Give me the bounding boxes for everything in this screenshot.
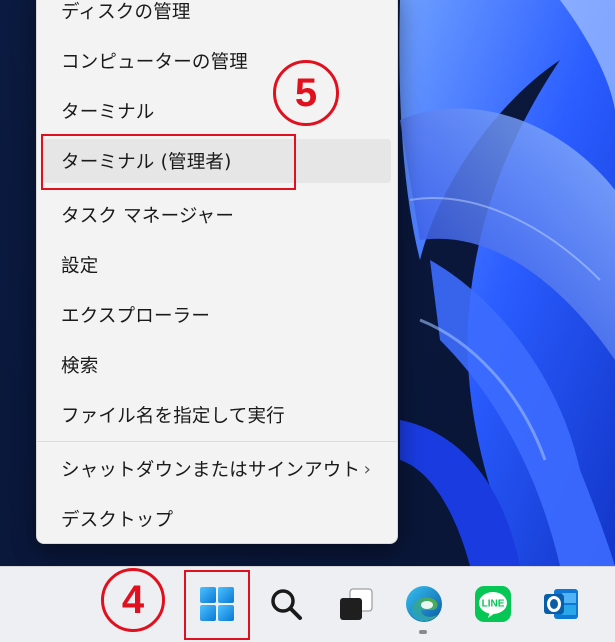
menu-item-label: タスク マネージャー xyxy=(61,206,235,227)
menu-item-label: ファイル名を指定して実行 xyxy=(61,406,285,427)
chevron-right-icon: › xyxy=(363,459,371,480)
step-5-marker: 5 xyxy=(273,60,339,126)
menu-item-disk-management[interactable]: ディスクの管理 xyxy=(43,0,391,33)
task-view-icon xyxy=(340,588,373,620)
menu-item-explorer[interactable]: エクスプローラー xyxy=(43,293,391,337)
outlook-icon xyxy=(544,589,578,619)
menu-item-label: 設定 xyxy=(61,256,99,277)
menu-item-settings[interactable]: 設定 xyxy=(43,243,391,287)
menu-item-shutdown-signout[interactable]: シャットダウンまたはサインアウト › xyxy=(43,447,391,491)
edge-button[interactable] xyxy=(400,580,448,628)
step-4-marker: 4 xyxy=(101,568,165,632)
task-view-button[interactable] xyxy=(332,580,380,628)
menu-item-label: ディスクの管理 xyxy=(61,2,191,23)
menu-item-label: ターミナル xyxy=(61,102,155,123)
menu-item-label: シャットダウンまたはサインアウト xyxy=(61,460,361,481)
search-icon xyxy=(271,589,302,620)
menu-item-label: 検索 xyxy=(61,356,99,377)
line-app-button[interactable]: LINE xyxy=(469,580,517,628)
menu-item-label: エクスプローラー xyxy=(61,306,211,327)
menu-item-label: コンピューターの管理 xyxy=(61,52,249,73)
menu-item-task-manager[interactable]: タスク マネージャー xyxy=(43,193,391,237)
menu-item-run[interactable]: ファイル名を指定して実行 xyxy=(43,393,391,437)
step-number: 5 xyxy=(294,70,318,115)
running-indicator xyxy=(419,630,427,634)
win-x-context-menu: ディスクの管理 コンピューターの管理 ターミナル ターミナル (管理者) タスク… xyxy=(36,0,398,544)
taskbar-search-button[interactable] xyxy=(262,580,310,628)
line-icon-label: LINE xyxy=(482,599,505,610)
highlight-box-terminal-admin xyxy=(41,134,296,190)
step-number: 4 xyxy=(121,577,145,622)
line-icon: LINE xyxy=(475,586,511,622)
menu-item-desktop[interactable]: デスクトップ xyxy=(43,497,391,541)
menu-item-search[interactable]: 検索 xyxy=(43,343,391,387)
outlook-button[interactable] xyxy=(537,580,585,628)
menu-item-label: デスクトップ xyxy=(61,510,174,531)
edge-icon xyxy=(406,586,442,622)
menu-separator xyxy=(37,441,397,442)
highlight-box-start-button xyxy=(184,570,250,640)
menu-item-computer-management[interactable]: コンピューターの管理 xyxy=(43,39,391,83)
